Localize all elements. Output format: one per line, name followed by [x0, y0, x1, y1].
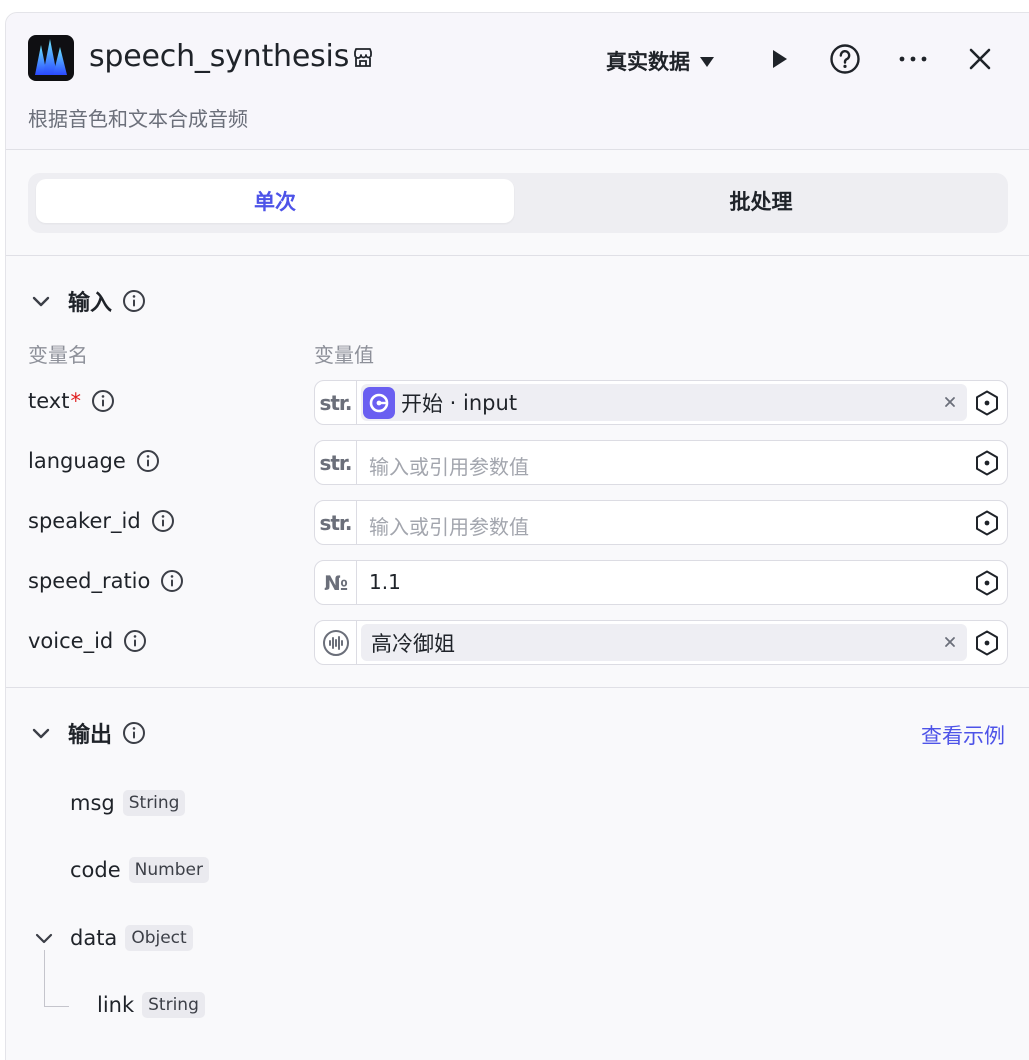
param-label-speed-ratio: speed_ratio [28, 569, 184, 593]
chevron-down-icon[interactable] [28, 288, 54, 314]
output-section-header[interactable]: 输出 [28, 717, 146, 749]
tab-batch[interactable]: 批处理 [522, 179, 1000, 223]
column-header-name: 变量名 [28, 343, 88, 367]
info-icon[interactable] [123, 629, 147, 653]
data-mode-label: 真实数据 [606, 50, 690, 74]
play-icon [773, 50, 787, 68]
ref-separator: · [443, 390, 464, 415]
param-field-speed-ratio[interactable]: № 1.1 [314, 560, 1008, 605]
output-field-name: msg [70, 791, 115, 815]
info-icon[interactable] [151, 509, 175, 533]
tabs-divider [6, 255, 1029, 256]
param-label-speaker-id: speaker_id [28, 509, 175, 533]
info-icon[interactable] [91, 389, 115, 413]
input-output-divider [6, 687, 1029, 688]
panel-header: speech_synthesis 真实数据 根据音色和文本合成音频 [6, 13, 1029, 149]
output-field-data[interactable]: data Object [32, 925, 193, 951]
param-name: speaker_id [28, 509, 141, 533]
param-label-text: text * [28, 389, 115, 413]
clear-icon[interactable] [941, 633, 959, 651]
type-badge: str. [315, 501, 357, 544]
output-type-badge: Number [128, 857, 209, 883]
start-node-icon [363, 386, 395, 419]
type-badge: str. [315, 381, 357, 424]
param-input-value: 1.1 [369, 570, 401, 594]
variable-reference-chip[interactable]: 开始 · input [361, 384, 967, 421]
node-test-panel: speech_synthesis 真实数据 根据音色和文本合成音频 单次 批处理… [5, 12, 1029, 1060]
run-button[interactable] [761, 41, 797, 77]
voice-value: 高冷御姐 [371, 631, 455, 656]
param-name: text [28, 389, 70, 413]
variable-ref-icon[interactable] [973, 629, 1001, 657]
data-mode-dropdown[interactable]: 真实数据 [606, 46, 714, 76]
required-mark: * [70, 389, 81, 413]
variable-ref-icon[interactable] [973, 509, 1001, 537]
plugin-logo-icon [28, 35, 74, 81]
more-icon [899, 56, 927, 62]
info-icon[interactable] [160, 569, 184, 593]
store-icon[interactable] [351, 46, 375, 70]
chevron-down-icon[interactable] [32, 926, 56, 950]
param-field-speaker-id[interactable]: str. 输入或引用参数值 [314, 500, 1008, 545]
param-field-text[interactable]: str. 开始 · input [314, 380, 1008, 425]
param-name: language [28, 449, 126, 473]
ref-variable: input [463, 390, 518, 415]
tree-connector [44, 950, 45, 1007]
output-field-code: code Number [70, 857, 209, 883]
param-field-language[interactable]: str. 输入或引用参数值 [314, 440, 1008, 485]
voice-value-chip[interactable]: 高冷御姐 [361, 624, 967, 661]
tree-connector [44, 1006, 69, 1007]
view-example-link[interactable]: 查看示例 [921, 720, 1005, 750]
output-field-name: code [70, 858, 121, 882]
output-type-badge: Object [125, 925, 193, 951]
output-field-msg: msg String [70, 790, 186, 816]
run-mode-tabs: 单次 批处理 [28, 173, 1008, 233]
output-type-badge: String [142, 992, 205, 1018]
voice-type-badge [315, 621, 357, 664]
ref-source: 开始 [401, 391, 443, 416]
param-input-placeholder: 输入或引用参数值 [369, 455, 529, 479]
chevron-down-icon[interactable] [28, 720, 54, 746]
type-badge: str. [315, 441, 357, 484]
param-input-placeholder: 输入或引用参数值 [369, 515, 529, 539]
caret-down-icon [700, 57, 714, 67]
more-button[interactable] [895, 41, 931, 77]
tab-single[interactable]: 单次 [36, 179, 514, 223]
param-field-voice-id[interactable]: 高冷御姐 [314, 620, 1008, 665]
input-section-title: 输入 [68, 291, 113, 316]
info-icon[interactable] [122, 721, 146, 745]
param-label-language: language [28, 449, 160, 473]
close-icon [969, 48, 991, 70]
param-name: voice_id [28, 629, 114, 653]
input-section-header[interactable]: 输入 [28, 285, 146, 317]
column-header-value: 变量值 [314, 343, 374, 367]
clear-icon[interactable] [941, 393, 959, 411]
info-icon[interactable] [122, 289, 146, 313]
output-type-badge: String [122, 790, 186, 816]
close-button[interactable] [962, 41, 998, 77]
type-badge: № [315, 561, 357, 604]
param-name: speed_ratio [28, 569, 151, 593]
output-section-title: 输出 [68, 723, 113, 748]
info-icon[interactable] [136, 449, 160, 473]
output-field-name: data [70, 926, 118, 950]
header-divider [6, 149, 1029, 150]
output-field-link: link String [97, 992, 205, 1018]
help-button[interactable] [827, 41, 863, 77]
output-field-name: link [97, 993, 135, 1017]
help-icon [830, 44, 860, 74]
node-description: 根据音色和文本合成音频 [28, 107, 248, 131]
voice-icon [322, 629, 349, 656]
param-label-voice-id: voice_id [28, 629, 147, 653]
variable-ref-icon[interactable] [973, 389, 1001, 417]
variable-ref-icon[interactable] [973, 449, 1001, 477]
variable-ref-icon[interactable] [973, 569, 1001, 597]
node-title: speech_synthesis [89, 39, 350, 74]
